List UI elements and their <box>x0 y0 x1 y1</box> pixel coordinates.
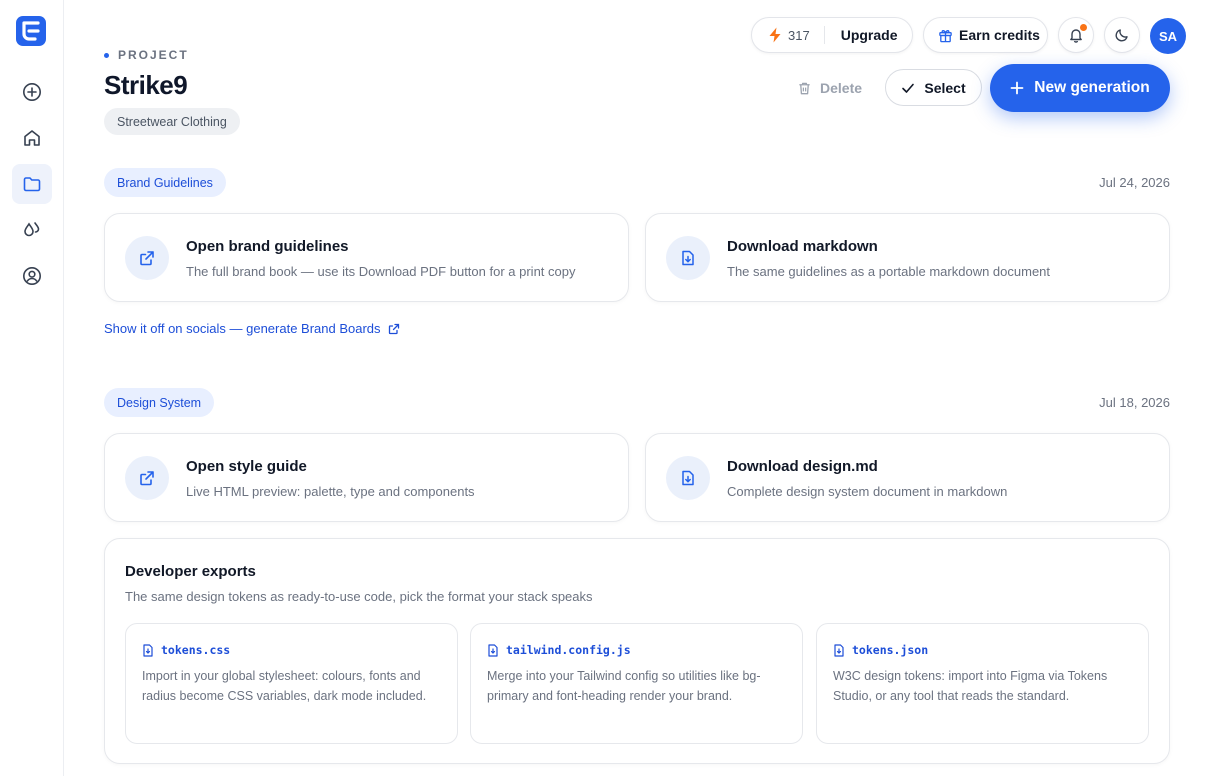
file-name-label: tailwind.config.js <box>506 643 631 657</box>
file-name: tailwind.config.js <box>487 643 631 657</box>
notification-dot <box>1080 24 1087 31</box>
earn-credits-button[interactable]: Earn credits <box>923 17 1048 53</box>
developer-exports-panel: Developer exports The same design tokens… <box>104 538 1170 764</box>
section-tag-design: Design System <box>104 388 215 417</box>
download-markdown-card[interactable]: Download markdown The same guidelines as… <box>645 213 1170 302</box>
earn-credits-label: Earn credits <box>959 27 1040 43</box>
download-design-md-card[interactable]: Download design.md Complete design syste… <box>645 433 1170 522</box>
file-name: tokens.css <box>142 643 230 657</box>
external-link-icon <box>125 456 169 500</box>
section-tag-brand: Brand Guidelines <box>104 168 226 197</box>
brand-boards-link-label: Show it off on socials — generate Brand … <box>104 321 381 336</box>
user-circle-icon <box>23 267 41 285</box>
theme-toggle-button[interactable] <box>1104 17 1140 53</box>
lightning-icon <box>768 27 782 43</box>
delete-label: Delete <box>820 80 863 96</box>
folder-icon <box>23 177 41 192</box>
external-link-icon <box>388 323 400 335</box>
avatar[interactable]: SA <box>1150 18 1186 54</box>
card-description: The same guidelines as a portable markdo… <box>727 264 1051 279</box>
file-description: Import in your global stylesheet: colour… <box>142 669 427 703</box>
export-card-tailwind-config[interactable]: tailwind.config.js Merge into your Tailw… <box>470 623 803 744</box>
industry-tag: Streetwear Clothing <box>104 108 240 135</box>
moon-icon <box>1115 29 1128 42</box>
file-download-icon <box>666 236 710 280</box>
delete-button[interactable]: Delete <box>797 78 862 98</box>
notifications-button[interactable] <box>1058 17 1094 53</box>
file-download-icon <box>834 643 844 657</box>
file-name-label: tokens.css <box>161 643 231 657</box>
plus-icon <box>1010 81 1024 95</box>
export-card-tokens-css[interactable]: tokens.css Import in your global stylesh… <box>125 623 458 744</box>
gift-icon <box>938 28 953 43</box>
eyebrow-dot <box>104 52 109 58</box>
file-download-icon <box>488 643 498 657</box>
sidebar-item-new[interactable] <box>12 72 52 112</box>
card-title: Open brand guidelines <box>186 238 349 255</box>
page-title: Strike9 <box>104 70 188 100</box>
sidebar-item-account[interactable] <box>12 256 52 296</box>
trash-icon <box>799 82 810 94</box>
open-brand-guidelines-card[interactable]: Open brand guidelines The full brand boo… <box>104 213 629 302</box>
card-description: Complete design system document in markd… <box>727 484 1008 499</box>
card-title: Download design.md <box>727 458 878 475</box>
select-label: Select <box>924 79 966 96</box>
file-download-icon <box>143 643 153 657</box>
card-title: Open style guide <box>186 458 307 475</box>
eyebrow-label: PROJECT <box>118 48 189 62</box>
select-button[interactable]: Select <box>885 69 982 106</box>
sidebar-item-home[interactable] <box>12 118 52 158</box>
file-name: tokens.json <box>833 643 928 657</box>
open-style-guide-card[interactable]: Open style guide Live HTML preview: pale… <box>104 433 629 522</box>
section-date-brand: Jul 24, 2026 <box>1099 175 1170 190</box>
check-icon <box>902 83 915 93</box>
home-icon <box>24 130 40 146</box>
divider <box>823 26 825 44</box>
upgrade-button[interactable]: Upgrade <box>841 27 898 43</box>
section-date-design: Jul 18, 2026 <box>1099 395 1170 410</box>
file-download-icon <box>666 456 710 500</box>
new-generation-button[interactable]: New generation <box>990 64 1170 112</box>
panel-title: Developer exports <box>125 563 256 580</box>
app-logo[interactable] <box>16 16 46 46</box>
new-generation-label: New generation <box>1034 79 1150 96</box>
card-description: Live HTML preview: palette, type and com… <box>186 484 475 499</box>
panel-subtitle: The same design tokens as ready-to-use c… <box>125 589 593 604</box>
eyebrow: PROJECT <box>104 48 189 62</box>
sidebar-item-palette[interactable] <box>12 210 52 250</box>
card-title: Download markdown <box>727 238 878 255</box>
droplets-icon <box>24 222 40 237</box>
plus-circle-icon <box>23 83 41 101</box>
sidebar-item-projects[interactable] <box>12 164 52 204</box>
sidebar <box>0 0 64 776</box>
card-description: The full brand book — use its Download P… <box>186 264 576 279</box>
file-description: W3C design tokens: import into Figma via… <box>833 669 1108 703</box>
export-card-tokens-json[interactable]: tokens.json W3C design tokens: import in… <box>816 623 1149 744</box>
file-description: Merge into your Tailwind config so utili… <box>487 669 761 703</box>
credits-pill[interactable]: 317 Upgrade <box>751 17 913 53</box>
file-name-label: tokens.json <box>852 643 929 657</box>
brand-boards-link[interactable]: Show it off on socials — generate Brand … <box>104 321 400 336</box>
external-link-icon <box>125 236 169 280</box>
credits-count: 317 <box>788 27 810 43</box>
